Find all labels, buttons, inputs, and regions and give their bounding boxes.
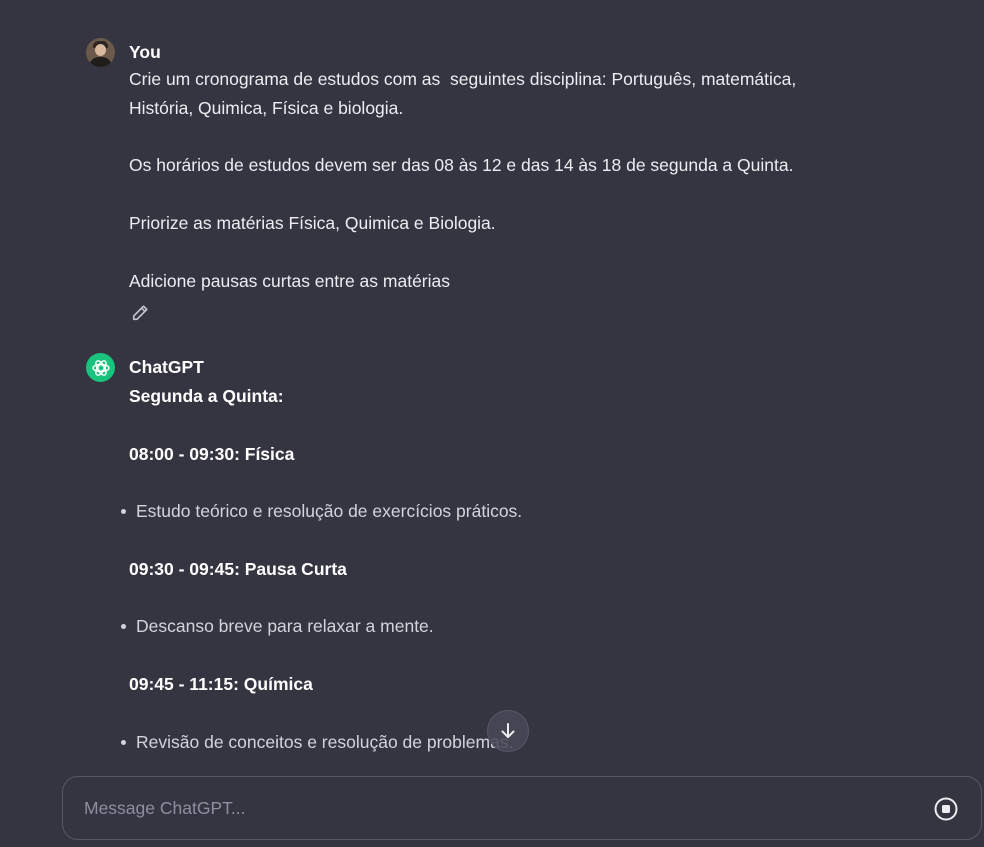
schedule-bullet: Estudo teórico e resolução de exercícios…: [120, 497, 522, 526]
pencil-icon[interactable]: [130, 303, 150, 323]
user-message-line: [129, 180, 796, 209]
assistant-message-content: Segunda a Quinta: 08:00 - 09:30: Física …: [120, 382, 522, 757]
scroll-to-bottom-button[interactable]: [487, 710, 529, 752]
schedule-bullet: Revisão de conceitos e resolução de prob…: [120, 728, 522, 757]
message-composer: [62, 776, 982, 840]
user-message-line: Os horários de estudos devem ser das 08 …: [129, 155, 794, 176]
user-author-name: You: [129, 42, 161, 62]
user-avatar: [86, 38, 115, 67]
user-message-line: História, Quimica, Física e biologia.: [129, 97, 404, 118]
user-message-content: Crie um cronograma de estudos com as seg…: [129, 65, 796, 295]
user-message-line: Crie um cronograma de estudos com as seg…: [129, 69, 797, 89]
chatgpt-logo-icon: [86, 353, 115, 382]
time-slot-heading: 09:30 - 09:45: Pausa Curta: [129, 558, 347, 579]
message-input[interactable]: [82, 797, 906, 820]
stop-icon: [934, 797, 958, 821]
arrow-down-icon: [501, 723, 515, 738]
user-message-line: Adicione pausas curtas entre as matérias: [129, 270, 450, 291]
user-message-line: Priorize as matérias Física, Quimica e B…: [129, 212, 496, 233]
stop-generating-button[interactable]: [934, 797, 958, 821]
user-message-line: [129, 123, 796, 152]
user-message-line: [129, 238, 796, 267]
schedule-heading: Segunda a Quinta:: [129, 386, 284, 406]
schedule-bullet: Descanso breve para relaxar a mente.: [120, 612, 522, 641]
assistant-author-name: ChatGPT: [129, 357, 204, 377]
time-slot-heading: 08:00 - 09:30: Física: [129, 443, 295, 464]
time-slot-heading: 09:45 - 11:15: Química: [129, 673, 313, 694]
